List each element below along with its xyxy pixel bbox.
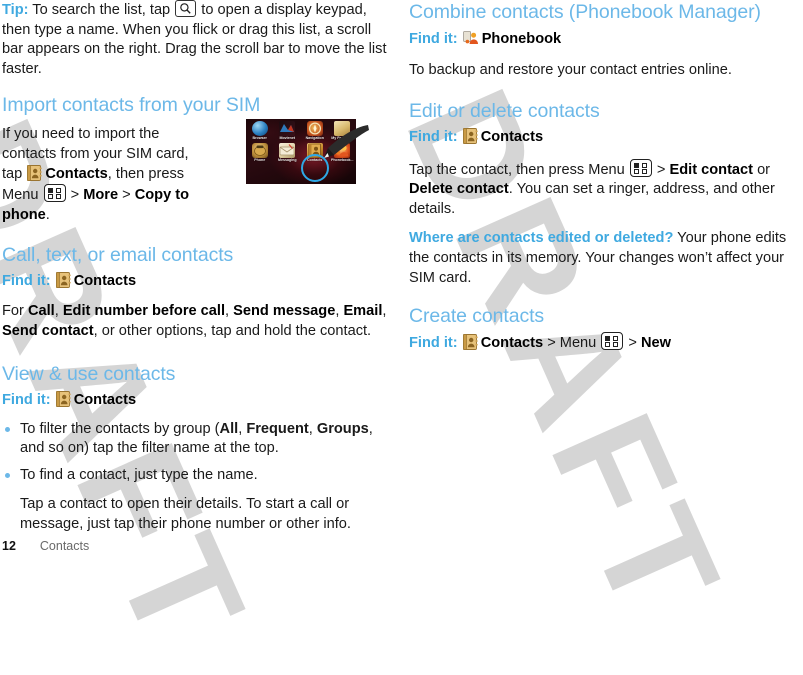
view-section-bullet-list: To filter the contacts by group (All, Fr…: [2, 420, 394, 486]
tip-label: Tip:: [2, 2, 29, 18]
call-body-suffix: , or other options, tap and hold the con…: [93, 322, 372, 339]
import-text-4: >: [118, 187, 135, 204]
list-item: To find a contact, just type the name.: [2, 466, 394, 486]
menu-word: Menu: [559, 335, 597, 352]
group-all: All: [219, 420, 239, 437]
find-it-target: Contacts: [73, 391, 137, 408]
heading-call-text-email: Call, text, or email contacts: [2, 244, 234, 267]
find-it-target: Phonebook: [481, 31, 562, 47]
delete-contact-label: Delete contact: [409, 181, 509, 198]
footer-page-number: 12: [2, 539, 16, 553]
menu-key-icon: [43, 184, 66, 203]
heading-combine-contacts: Combine contacts (Phonebook Manager): [409, 1, 761, 23]
find-it-label: Find it:: [2, 273, 51, 290]
group-frequent: Frequent: [246, 420, 309, 437]
view-section-sub-paragraph: Tap a contact to open their details. To …: [20, 496, 351, 532]
note-paragraph: Where are contacts edited or deleted? Yo…: [409, 229, 803, 288]
edit-body-2: >: [652, 161, 670, 178]
find-it-target: Contacts: [480, 335, 544, 352]
new-menu-label: New: [641, 335, 672, 352]
note-question: Where are contacts edited or deleted?: [409, 230, 674, 247]
import-paragraph: If you need to import the contacts from …: [2, 125, 207, 225]
heading-import-contacts: Import contacts from your SIM: [2, 94, 261, 117]
find-it-label: Find it:: [2, 391, 51, 408]
app-label: Browser: [252, 136, 267, 140]
find-it-label: Find it:: [409, 335, 458, 352]
edit-section-body: Tap the contact, then press Menu > Edit …: [409, 158, 803, 220]
manual-page: Tip: To search the list, tap to open a d…: [0, 0, 803, 557]
phone-home-screen-figure: Browser Movienet Navigation Phone Messag…: [246, 119, 369, 184]
envelope-icon: [279, 143, 296, 158]
address-book-icon: [462, 127, 478, 144]
contacts-highlight-circle: [301, 154, 329, 182]
app-cell-messaging[interactable]: Messaging: [274, 143, 302, 163]
app-label: Phone: [254, 158, 266, 162]
heading-create-contacts: Create contacts: [409, 305, 545, 328]
phone-icon: [251, 143, 268, 158]
find-it-call-section: Find it: Contacts: [2, 271, 394, 292]
create-sep-1: >: [543, 335, 560, 352]
option-email: Email: [343, 303, 383, 320]
right-column: Combine contacts (Phonebook Manager) Fin…: [409, 0, 803, 357]
bullet-2-text: To find a contact, just type the name.: [20, 466, 258, 483]
option-send-contact: Send contact: [2, 322, 94, 339]
find-it-combine-section: Find it: Phonebook: [409, 29, 803, 50]
tip-paragraph: Tip: To search the list, tap to open a d…: [2, 0, 394, 79]
globe-icon: [251, 121, 268, 136]
heading-edit-delete-contacts: Edit or delete contacts: [409, 99, 600, 122]
address-book-icon: [55, 272, 71, 289]
call-body-prefix: For: [2, 303, 28, 320]
search-icon: [175, 0, 197, 17]
app-label: Messaging: [277, 158, 297, 162]
address-book-icon: [462, 334, 478, 351]
address-book-icon: [55, 390, 71, 407]
menu-key-icon: [629, 158, 652, 177]
edit-contact-label: Edit contact: [669, 161, 754, 178]
list-item: To filter the contacts by group (All, Fr…: [2, 420, 394, 459]
option-send-message: Send message: [233, 303, 336, 320]
find-it-create-section: Find it: Contacts > Menu > New: [409, 332, 803, 354]
import-text-5: .: [45, 206, 50, 223]
phonebook-icon: [462, 30, 479, 46]
left-column: Tip: To search the list, tap to open a d…: [2, 0, 394, 535]
menu-key-icon: [601, 332, 624, 351]
app-label: Movienet: [279, 136, 296, 140]
create-sep-2: >: [624, 335, 641, 352]
group-groups: Groups: [316, 420, 369, 437]
find-it-target: Contacts: [480, 128, 544, 145]
app-cell-phone[interactable]: Phone: [246, 143, 274, 163]
movie-icon: [279, 121, 296, 136]
edit-body-3: or: [753, 161, 771, 178]
combine-section-body: To backup and restore your contact entri…: [409, 62, 732, 78]
more-menu-label: More: [83, 187, 119, 204]
import-text-3: >: [66, 187, 84, 204]
bullet-1-prefix: To filter the contacts by group (: [20, 420, 220, 437]
option-edit-number: Edit number before call: [62, 303, 226, 320]
tip-text-before: To search the list, tap: [28, 2, 175, 18]
import-contacts-app-label: Contacts: [45, 165, 108, 182]
find-it-label: Find it:: [409, 31, 458, 47]
find-it-view-section: Find it: Contacts: [2, 390, 394, 411]
page-footer: 12 Contacts: [2, 539, 89, 553]
call-section-body: For Call, Edit number before call, Send …: [2, 303, 387, 339]
address-book-icon: [27, 164, 43, 181]
edit-body-1: Tap the contact, then press Menu: [409, 161, 629, 178]
option-call: Call: [27, 303, 55, 320]
heading-view-use-contacts: View & use contacts: [2, 362, 176, 385]
app-cell-browser[interactable]: Browser: [246, 121, 274, 141]
footer-chapter-name: Contacts: [39, 539, 90, 553]
find-it-target: Contacts: [73, 273, 137, 290]
find-it-edit-section: Find it: Contacts: [409, 127, 803, 148]
find-it-label: Find it:: [409, 128, 458, 145]
app-cell-movienet[interactable]: Movienet: [274, 121, 302, 141]
